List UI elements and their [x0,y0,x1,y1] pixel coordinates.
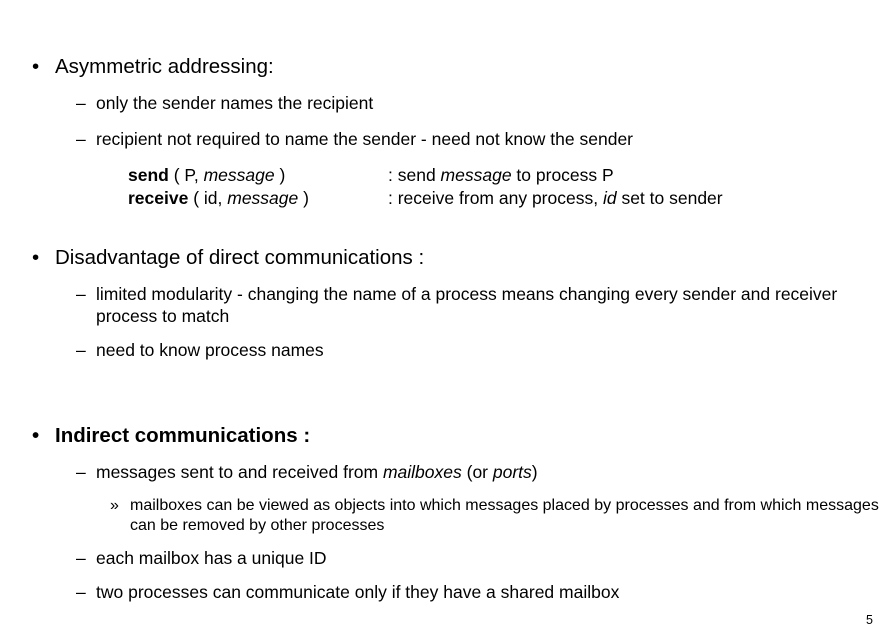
api-description-send-italic: message [440,165,512,186]
sub-bullet-recipient-not-required-label: recipient not required to name the sende… [96,128,634,149]
api-signature-receive-close: ) [298,187,309,208]
bullet-asymmetric-addressing: • Asymmetric addressing: [0,54,891,79]
sub-bullet-limited-modularity: – limited modularity - changing the name… [0,284,886,327]
spacer-c [0,150,891,164]
spacer-i [0,484,891,496]
api-description-receive-prefix: : receive from any process, [388,187,603,208]
api-description-receive-suffix: set to sender [616,187,723,208]
api-signature-send-italic: message [203,165,275,186]
api-description-receive: : receive from any process, id set to se… [388,187,723,209]
spacer-d [0,209,891,245]
api-signature-receive-italic: message [227,187,299,208]
sub-bullet-limited-modularity-label: limited modularity - changing the name o… [96,284,838,326]
api-signature-block: send ( P, message ) : send message to pr… [0,164,891,209]
dash-bullet-icon: – [76,128,86,149]
api-keyword-receive: receive [128,187,189,208]
api-signature-send-open: ( P, [168,165,204,186]
api-description-send: : send message to process P [388,164,614,186]
spacer-k [0,570,891,582]
api-description-send-suffix: to process P [511,165,614,186]
bullet-disadvantage-direct-communications: • Disadvantage of direct communications … [0,245,891,270]
spacer-a [0,79,891,93]
api-row-send: send ( P, message ) : send message to pr… [128,164,891,186]
api-description-receive-italic: id [602,187,617,208]
sub-sub-bullet-mailboxes-viewed-as-objects-label: mailboxes can be viewed as objects into … [130,496,879,535]
spacer-b [0,115,891,129]
sub-bullet-messages-prefix: messages sent to and received from [96,462,383,483]
top-spacer [0,0,891,18]
dash-bullet-icon: – [76,462,86,483]
sub-bullet-only-sender-names-recipient: – only the sender names the recipient [0,93,891,115]
sub-bullet-need-to-know-process-names-label: need to know process names [96,339,324,360]
sub-bullet-messages-italic-mailboxes: mailboxes [382,462,462,483]
sub-bullet-two-processes-shared-mailbox: – two processes can communicate only if … [0,582,891,604]
api-description-send-prefix: : send [388,165,441,186]
sub-bullet-messages-mid: (or [461,462,493,483]
slide-canvas: • Asymmetric addressing: – only the send… [0,0,891,630]
sub-bullet-recipient-not-required: – recipient not required to name the sen… [0,129,891,151]
spacer-j [0,536,891,548]
dash-bullet-icon: – [76,581,86,602]
api-signature-receive: receive ( id, message ) [128,187,388,209]
dash-bullet-icon: – [76,339,86,360]
round-bullet-icon: • [32,246,40,270]
dash-bullet-icon: – [76,548,86,569]
sub-bullet-messages-suffix: ) [531,462,538,483]
sub-bullet-only-sender-names-recipient-label: only the sender names the recipient [96,93,374,113]
sub-bullet-each-mailbox-unique-id: – each mailbox has a unique ID [0,548,891,570]
dash-bullet-icon: – [76,93,86,113]
round-bullet-icon: • [32,424,40,448]
sub-sub-bullet-mailboxes-viewed-as-objects: » mailboxes can be viewed as objects int… [0,496,891,536]
bullet-disadvantage-direct-communications-label: Disadvantage of direct communications : [55,246,425,270]
api-keyword-send: send [128,165,169,186]
dash-bullet-icon: – [76,284,86,305]
api-row-receive: receive ( id, message ) : receive from a… [128,187,891,209]
sub-bullet-need-to-know-process-names: – need to know process names [0,340,891,362]
bullet-asymmetric-addressing-label: Asymmetric addressing: [55,55,274,78]
api-signature-send-close: ) [274,165,286,186]
api-signature-send: send ( P, message ) [128,164,388,186]
bullet-indirect-communications-label: Indirect communications : [55,424,311,448]
page-number: 5 [866,612,873,627]
spacer-f [0,328,891,340]
spacer-g [0,361,891,423]
bullet-indirect-communications: • Indirect communications : [0,423,891,448]
sub-bullet-each-mailbox-unique-id-label: each mailbox has a unique ID [96,548,327,569]
round-bullet-icon: • [32,55,40,78]
sub-bullet-messages-italic-ports: ports [492,462,532,483]
sub-bullet-messages-sent-received-mailboxes: – messages sent to and received from mai… [0,462,891,484]
api-signature-receive-open: ( id, [188,187,228,208]
spacer-h [0,448,891,462]
guillemet-bullet-icon: » [110,496,119,514]
spacer-e [0,270,891,284]
sub-bullet-two-processes-shared-mailbox-label: two processes can communicate only if th… [96,581,620,602]
